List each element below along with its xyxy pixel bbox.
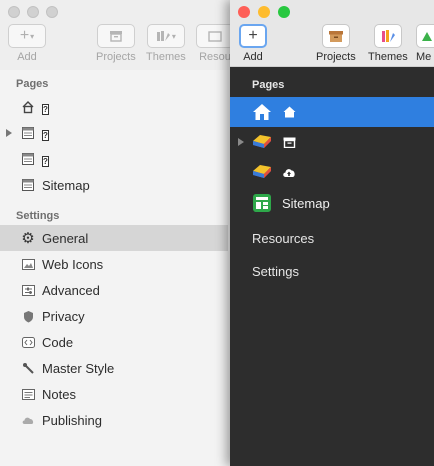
- page-item-sitemap[interactable]: Sitemap: [230, 188, 434, 218]
- projects-label: Projects: [96, 51, 136, 63]
- close-window-button[interactable]: [238, 6, 250, 18]
- settings-item-label: Privacy: [42, 308, 85, 324]
- more-label: Me: [416, 51, 432, 63]
- home-icon: [252, 102, 272, 122]
- disclosure-triangle-icon[interactable]: [6, 129, 12, 137]
- archive-icon: [96, 24, 135, 48]
- settings-item-label: Publishing: [42, 412, 102, 428]
- settings-item-general[interactable]: ⚙ General: [0, 225, 228, 251]
- settings-item-publishing[interactable]: Publishing: [0, 407, 228, 433]
- shield-icon: [20, 308, 36, 324]
- left-window: +▾ Add Projects ▾ Themes Resou Pages ?: [0, 0, 234, 466]
- themes-icon: ▾: [146, 24, 185, 48]
- disclosure-triangle-icon[interactable]: [238, 138, 244, 146]
- add-label: Add: [17, 51, 37, 63]
- page-item-home[interactable]: ?: [0, 94, 228, 120]
- archive-icon: [321, 24, 350, 48]
- right-toolbar: + Add Projects Themes Me: [230, 0, 434, 67]
- settings-item-master-style[interactable]: Master Style: [0, 355, 228, 381]
- home-icon: [20, 99, 36, 115]
- page-item-label: Sitemap: [42, 177, 90, 193]
- settings-item-notes[interactable]: Notes: [0, 381, 228, 407]
- sliders-icon: [20, 282, 36, 298]
- page-item-label: ?: [42, 155, 49, 167]
- add-button[interactable]: + ▾ Add: [8, 24, 46, 63]
- page-item-sitemap[interactable]: Sitemap: [0, 172, 228, 198]
- settings-item-privacy[interactable]: Privacy: [0, 303, 228, 329]
- resources-link[interactable]: Resources: [252, 231, 314, 246]
- zoom-window-button[interactable]: [46, 6, 58, 18]
- add-button[interactable]: + Add: [239, 24, 267, 63]
- minimize-window-button[interactable]: [27, 6, 39, 18]
- themes-label: Themes: [146, 51, 186, 63]
- settings-item-label: Notes: [42, 386, 76, 402]
- page-item-label: ?: [42, 103, 49, 115]
- page-icon: [20, 151, 36, 167]
- settings-item-advanced[interactable]: Advanced: [0, 277, 228, 303]
- pages-header: Pages: [252, 79, 285, 91]
- zoom-window-button[interactable]: [278, 6, 290, 18]
- settings-item-label: Code: [42, 334, 74, 350]
- settings-link[interactable]: Settings: [252, 264, 299, 279]
- page-item-3[interactable]: [230, 157, 434, 187]
- home-small-icon: [282, 105, 296, 119]
- plus-icon: +: [239, 24, 267, 48]
- left-toolbar: + ▾ Add Projects ▾ Themes Resou: [0, 0, 234, 70]
- page-item-3[interactable]: ?: [0, 146, 228, 172]
- settings-item-label: Web Icons: [42, 256, 104, 272]
- page-item-home[interactable]: [230, 97, 434, 127]
- code-icon: [20, 334, 36, 350]
- more-button[interactable]: Me: [416, 24, 434, 63]
- settings-header: Settings: [16, 210, 60, 222]
- resources-icon: [196, 24, 234, 48]
- settings-item-label: General: [42, 230, 89, 246]
- cloud-icon: [20, 412, 36, 428]
- image-icon: [20, 256, 36, 272]
- add-label: Add: [243, 51, 263, 63]
- plus-icon: + ▾: [8, 24, 46, 48]
- settings-item-web-icons[interactable]: Web Icons: [0, 251, 228, 277]
- right-sidebar: Pages Sitemap Resources Settings: [230, 67, 434, 466]
- projects-button[interactable]: Projects: [96, 24, 136, 63]
- page-item-label: Sitemap: [282, 195, 330, 211]
- more-icon: [416, 24, 434, 48]
- archive-icon: [282, 135, 296, 149]
- page-item-2[interactable]: ?: [0, 120, 228, 146]
- settings-item-label: Advanced: [42, 282, 100, 298]
- page-icon: [20, 125, 36, 141]
- cloud-upload-icon: [282, 165, 296, 179]
- projects-button[interactable]: Projects: [316, 24, 356, 63]
- pages-header: Pages: [16, 78, 49, 90]
- minimize-window-button[interactable]: [258, 6, 270, 18]
- page-item-2[interactable]: [230, 127, 434, 157]
- brush-icon: [20, 360, 36, 376]
- notes-icon: [20, 386, 36, 402]
- resources-button[interactable]: Resou: [196, 24, 234, 63]
- themes-label: Themes: [368, 51, 408, 63]
- themes-icon: [373, 24, 402, 48]
- right-window: + Add Projects Themes Me Pages Sitemap R…: [230, 0, 434, 466]
- themes-button[interactable]: Themes: [368, 24, 408, 63]
- close-window-button[interactable]: [8, 6, 20, 18]
- themes-button[interactable]: ▾ Themes: [146, 24, 186, 63]
- page-item-label: ?: [42, 129, 49, 141]
- settings-item-label: Master Style: [42, 360, 115, 376]
- settings-item-code[interactable]: Code: [0, 329, 228, 355]
- sitemap-icon: [252, 193, 272, 213]
- gear-icon: ⚙: [21, 230, 35, 247]
- gem-stack-icon: [252, 162, 272, 182]
- gem-stack-icon: [252, 132, 272, 152]
- projects-label: Projects: [316, 51, 356, 63]
- resources-label: Resou: [199, 51, 231, 63]
- sitemap-icon: [20, 177, 36, 193]
